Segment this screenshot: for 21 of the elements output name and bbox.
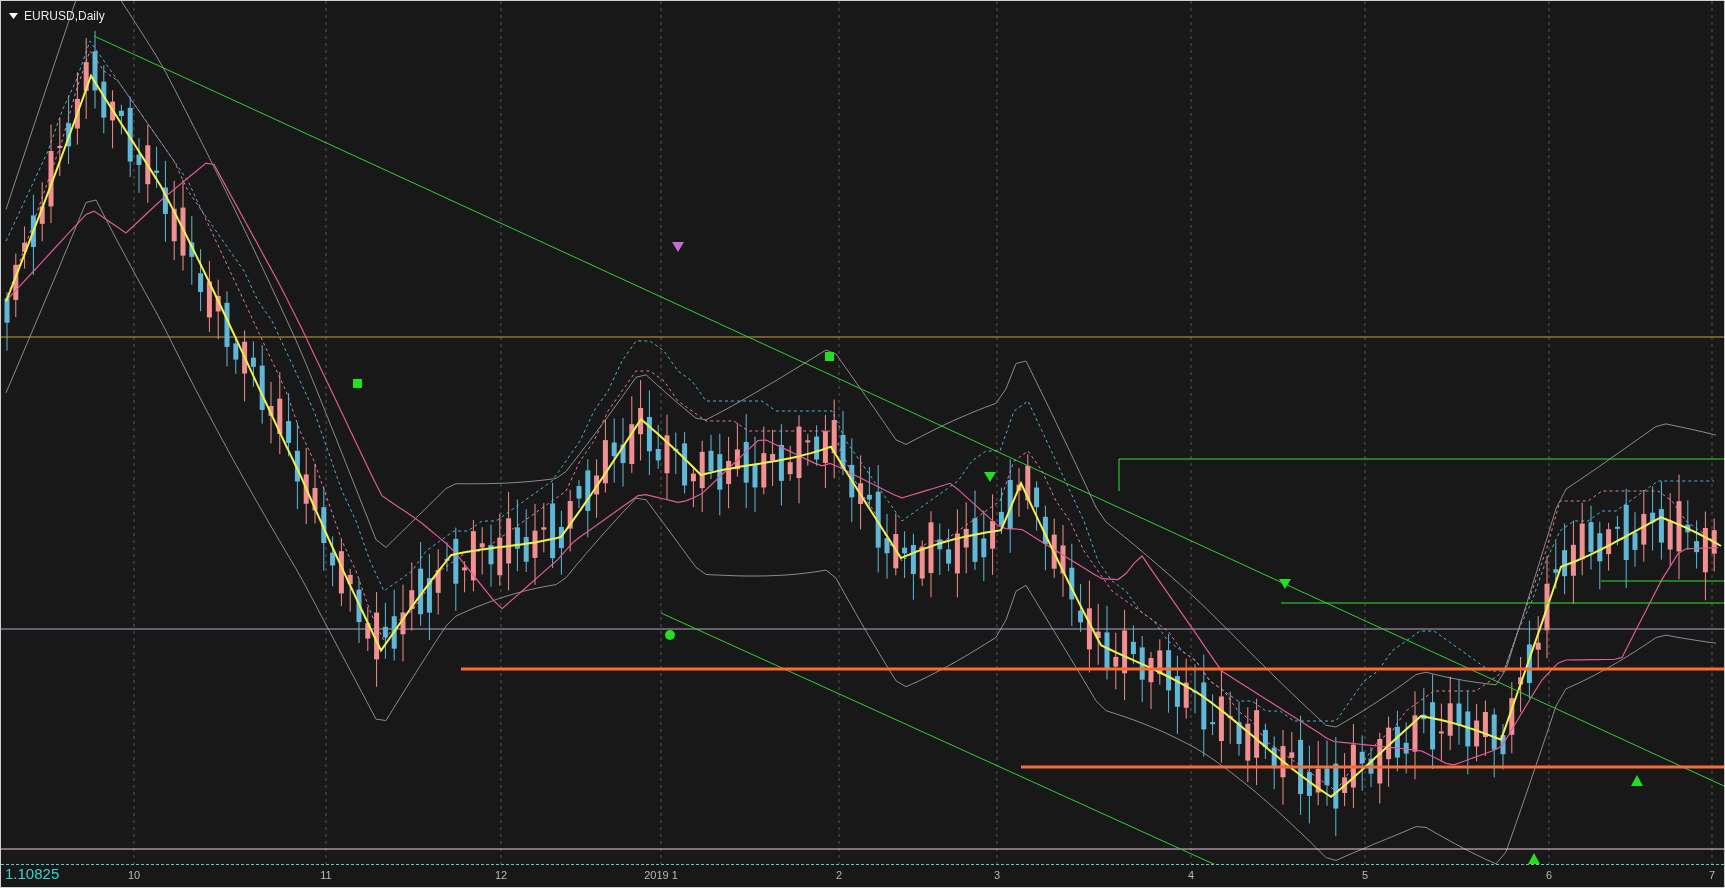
up-triangle-icon bbox=[1631, 775, 1643, 786]
up-triangle-icon bbox=[1528, 853, 1540, 864]
down-triangle-icon bbox=[672, 242, 684, 252]
dropdown-caret-icon[interactable] bbox=[9, 13, 18, 19]
date-axis-label: 5 bbox=[1361, 869, 1369, 881]
date-axis-label: 11 bbox=[320, 869, 332, 881]
date-axis-label: 2 bbox=[835, 869, 843, 881]
date-axis-label: 7 bbox=[1708, 869, 1716, 881]
date-axis-label: 12 bbox=[494, 869, 508, 881]
date-axis-label: 4 bbox=[1187, 869, 1195, 881]
down-triangle-icon bbox=[1279, 579, 1291, 589]
date-axis-label: 10 bbox=[127, 869, 141, 881]
price-label: 1.10825 bbox=[5, 865, 60, 882]
date-axis-label: 2019 1 bbox=[644, 869, 678, 881]
square-marker-icon bbox=[825, 352, 834, 361]
chart-title: EURUSD,Daily bbox=[24, 9, 105, 23]
circle-marker-icon bbox=[665, 630, 675, 640]
down-triangle-icon bbox=[984, 472, 996, 482]
square-marker-icon bbox=[353, 379, 362, 388]
date-axis-label: 6 bbox=[1545, 869, 1553, 881]
date-axis-label: 3 bbox=[993, 869, 1001, 881]
